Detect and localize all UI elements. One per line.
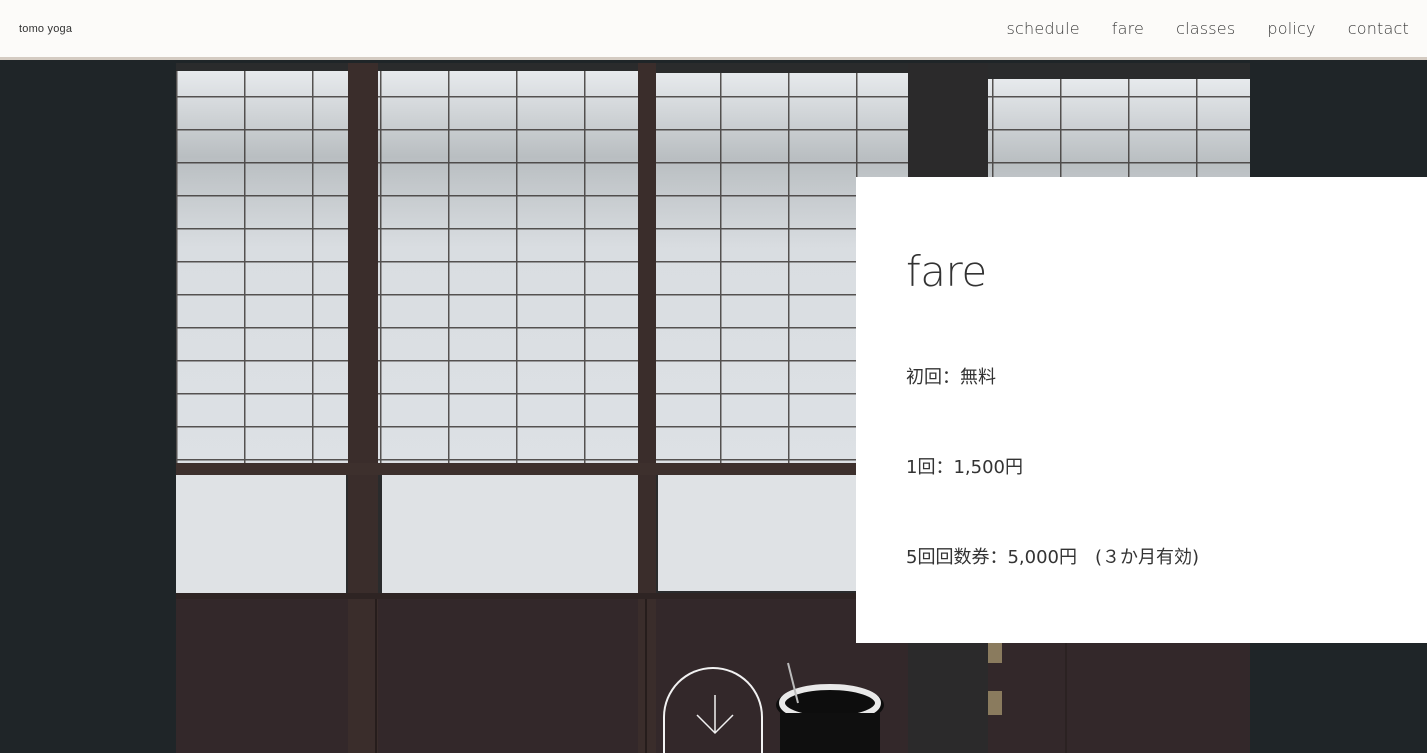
site-header: tomo yoga schedule fare classes policy c… xyxy=(0,0,1427,60)
page: tomo yoga schedule fare classes policy c… xyxy=(0,0,1427,753)
fare-first-visit: 初回：無料 xyxy=(906,367,996,388)
nav-fare[interactable]: fare xyxy=(1112,19,1144,38)
site-logo[interactable]: tomo yoga xyxy=(19,23,72,35)
nav-schedule[interactable]: schedule xyxy=(1006,19,1079,38)
fare-five-pass: 5回回数券：5,000円 (３か月有効) xyxy=(906,547,1200,568)
arrow-down-icon xyxy=(696,695,734,735)
main-nav: schedule fare classes policy contact xyxy=(974,19,1409,38)
fare-card: fare 初回：無料 1回：1,500円 5回回数券：5,000円 (３か月有効… xyxy=(856,177,1427,643)
nav-contact[interactable]: contact xyxy=(1348,19,1409,38)
nav-classes[interactable]: classes xyxy=(1176,19,1235,38)
nav-policy[interactable]: policy xyxy=(1267,19,1315,38)
fare-title: fare xyxy=(906,247,987,296)
fare-single-class: 1回：1,500円 xyxy=(906,457,1023,478)
